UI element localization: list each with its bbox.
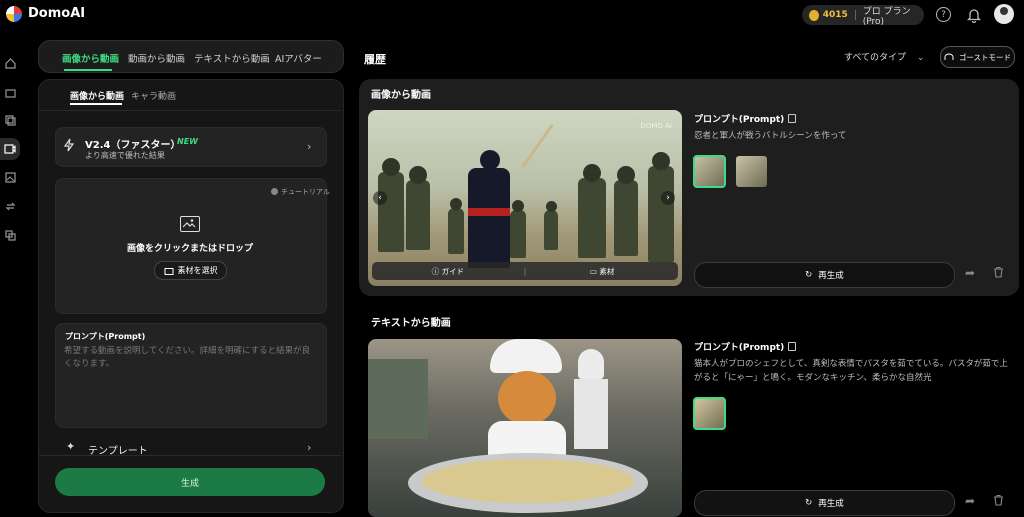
ghost-mode-label: ゴーストモード bbox=[958, 52, 1012, 62]
chevron-right-icon: › bbox=[307, 441, 312, 454]
regenerate-button[interactable]: ↻ 再生成 bbox=[694, 262, 955, 288]
prompt-text: 忍者と軍人が戦うバトルシーンを作って bbox=[694, 131, 847, 141]
guide-label: ガイド bbox=[441, 266, 465, 276]
history-title: 履歴 bbox=[364, 53, 386, 66]
tab-text-to-video[interactable]: テキストから動画 bbox=[194, 51, 270, 65]
image-icon[interactable] bbox=[3, 170, 17, 184]
regenerate-label: 再生成 bbox=[818, 499, 844, 509]
chevron-right-icon: › bbox=[307, 140, 312, 153]
guide-button[interactable]: ⓘ ガイド bbox=[372, 266, 524, 277]
tutorial-label: チュートリアル bbox=[281, 188, 330, 196]
trash-icon[interactable] bbox=[993, 266, 1004, 281]
prompt-input[interactable] bbox=[64, 345, 316, 421]
refresh-icon: ↻ bbox=[805, 498, 813, 508]
active-tab-indicator bbox=[64, 69, 112, 71]
video-preview[interactable] bbox=[368, 339, 682, 517]
chevron-left-icon[interactable]: ‹ bbox=[373, 191, 387, 205]
divider bbox=[854, 10, 856, 20]
watermark-text: DOMO AI bbox=[640, 122, 672, 130]
prompt-heading: プロンプト(Prompt) bbox=[694, 112, 797, 125]
trash-icon[interactable] bbox=[993, 494, 1004, 509]
box-icon[interactable] bbox=[3, 85, 17, 99]
prompt-label: プロンプト(Prompt) bbox=[65, 332, 146, 341]
image-to-video-icon[interactable] bbox=[3, 142, 17, 156]
share-icon[interactable]: ➦ bbox=[965, 266, 975, 280]
image-add-icon bbox=[180, 216, 200, 232]
tab-image-to-video[interactable]: 画像から動画 bbox=[62, 51, 119, 65]
avatar[interactable] bbox=[994, 4, 1014, 24]
help-dot-icon bbox=[271, 188, 278, 195]
active-subtab-indicator bbox=[70, 103, 122, 105]
video-preview[interactable]: DOMO AI bbox=[368, 110, 682, 286]
app-name[interactable]: DomoAI bbox=[28, 6, 85, 21]
preview-controls: ⓘ ガイド | ▭ 素材 bbox=[372, 262, 678, 280]
bolt-icon bbox=[63, 138, 75, 156]
template-label: テンプレート bbox=[88, 446, 148, 457]
copy-icon[interactable] bbox=[788, 342, 797, 351]
chevron-right-icon[interactable]: › bbox=[661, 191, 675, 205]
history-item-type: 画像から動画 bbox=[371, 90, 431, 101]
prompt-text: 猫本人がプロのシェフとして、真剣な表情でパスタを茹でている。パスタが茹で上がると… bbox=[694, 359, 1008, 383]
share-icon[interactable]: ➦ bbox=[965, 494, 975, 508]
history-item-type: テキストから動画 bbox=[371, 318, 451, 329]
divider bbox=[39, 110, 341, 111]
folder-icon bbox=[164, 267, 173, 275]
material-button[interactable]: ▭ 素材 bbox=[526, 266, 678, 277]
prompt-heading-label: プロンプト(Prompt) bbox=[694, 115, 785, 125]
sparkle-icon: ✦ bbox=[66, 440, 76, 453]
refresh-icon: ↻ bbox=[805, 270, 813, 280]
select-material-button[interactable]: 素材を選択 bbox=[154, 261, 227, 280]
plan-label: プロ プラン(Pro) bbox=[862, 6, 911, 27]
tab-ai-avatar[interactable]: AIアバター bbox=[275, 51, 322, 65]
tutorial-link[interactable]: チュートリアル bbox=[271, 187, 330, 197]
material-label: 素材 bbox=[599, 266, 615, 276]
domoai-logo-icon[interactable] bbox=[6, 6, 22, 22]
layers-icon[interactable] bbox=[3, 228, 17, 242]
material-icon: ▭ bbox=[589, 266, 600, 276]
swap-icon[interactable] bbox=[3, 199, 17, 213]
ghost-mode-button[interactable]: ゴーストモード bbox=[940, 46, 1015, 68]
credit-count: 4015 bbox=[822, 10, 848, 20]
prompt-heading: プロンプト(Prompt) bbox=[694, 340, 797, 353]
result-thumbnail[interactable] bbox=[693, 155, 726, 188]
new-badge: NEW bbox=[177, 137, 198, 146]
chevron-down-icon: ⌄ bbox=[916, 53, 925, 63]
video-to-video-icon[interactable] bbox=[3, 113, 17, 127]
result-thumbnail[interactable] bbox=[736, 156, 767, 187]
prompt-heading-label: プロンプト(Prompt) bbox=[694, 343, 785, 353]
home-icon[interactable] bbox=[3, 56, 17, 70]
ghost-icon bbox=[944, 53, 954, 60]
credits-badge[interactable]: 4015 プロ プラン(Pro) bbox=[802, 5, 924, 27]
info-icon: ⓘ bbox=[431, 266, 442, 276]
select-material-label: 素材を選択 bbox=[177, 266, 218, 275]
help-icon[interactable]: ? bbox=[936, 7, 951, 22]
regenerate-button[interactable]: ↻ 再生成 bbox=[694, 490, 955, 516]
tab-video-to-video[interactable]: 動画から動画 bbox=[128, 51, 185, 65]
type-filter-dropdown[interactable]: すべてのタイプ ⌄ bbox=[844, 50, 924, 63]
copy-icon[interactable] bbox=[788, 114, 797, 123]
type-filter-label: すべてのタイプ bbox=[844, 53, 907, 63]
generate-button[interactable]: 生成 bbox=[55, 468, 325, 496]
subtab-image-to-video[interactable]: 画像から動画 bbox=[70, 89, 124, 102]
subtab-character-video[interactable]: キャラ動画 bbox=[131, 89, 176, 102]
model-name: V2.4（ファスター） bbox=[85, 140, 181, 151]
bell-icon[interactable] bbox=[966, 7, 982, 23]
model-subtitle: より高速で優れた結果 bbox=[85, 151, 165, 160]
coin-icon bbox=[809, 9, 819, 21]
upload-title: 画像をクリックまたはドロップ bbox=[126, 244, 253, 254]
regenerate-label: 再生成 bbox=[818, 271, 844, 281]
result-thumbnail[interactable] bbox=[693, 397, 726, 430]
